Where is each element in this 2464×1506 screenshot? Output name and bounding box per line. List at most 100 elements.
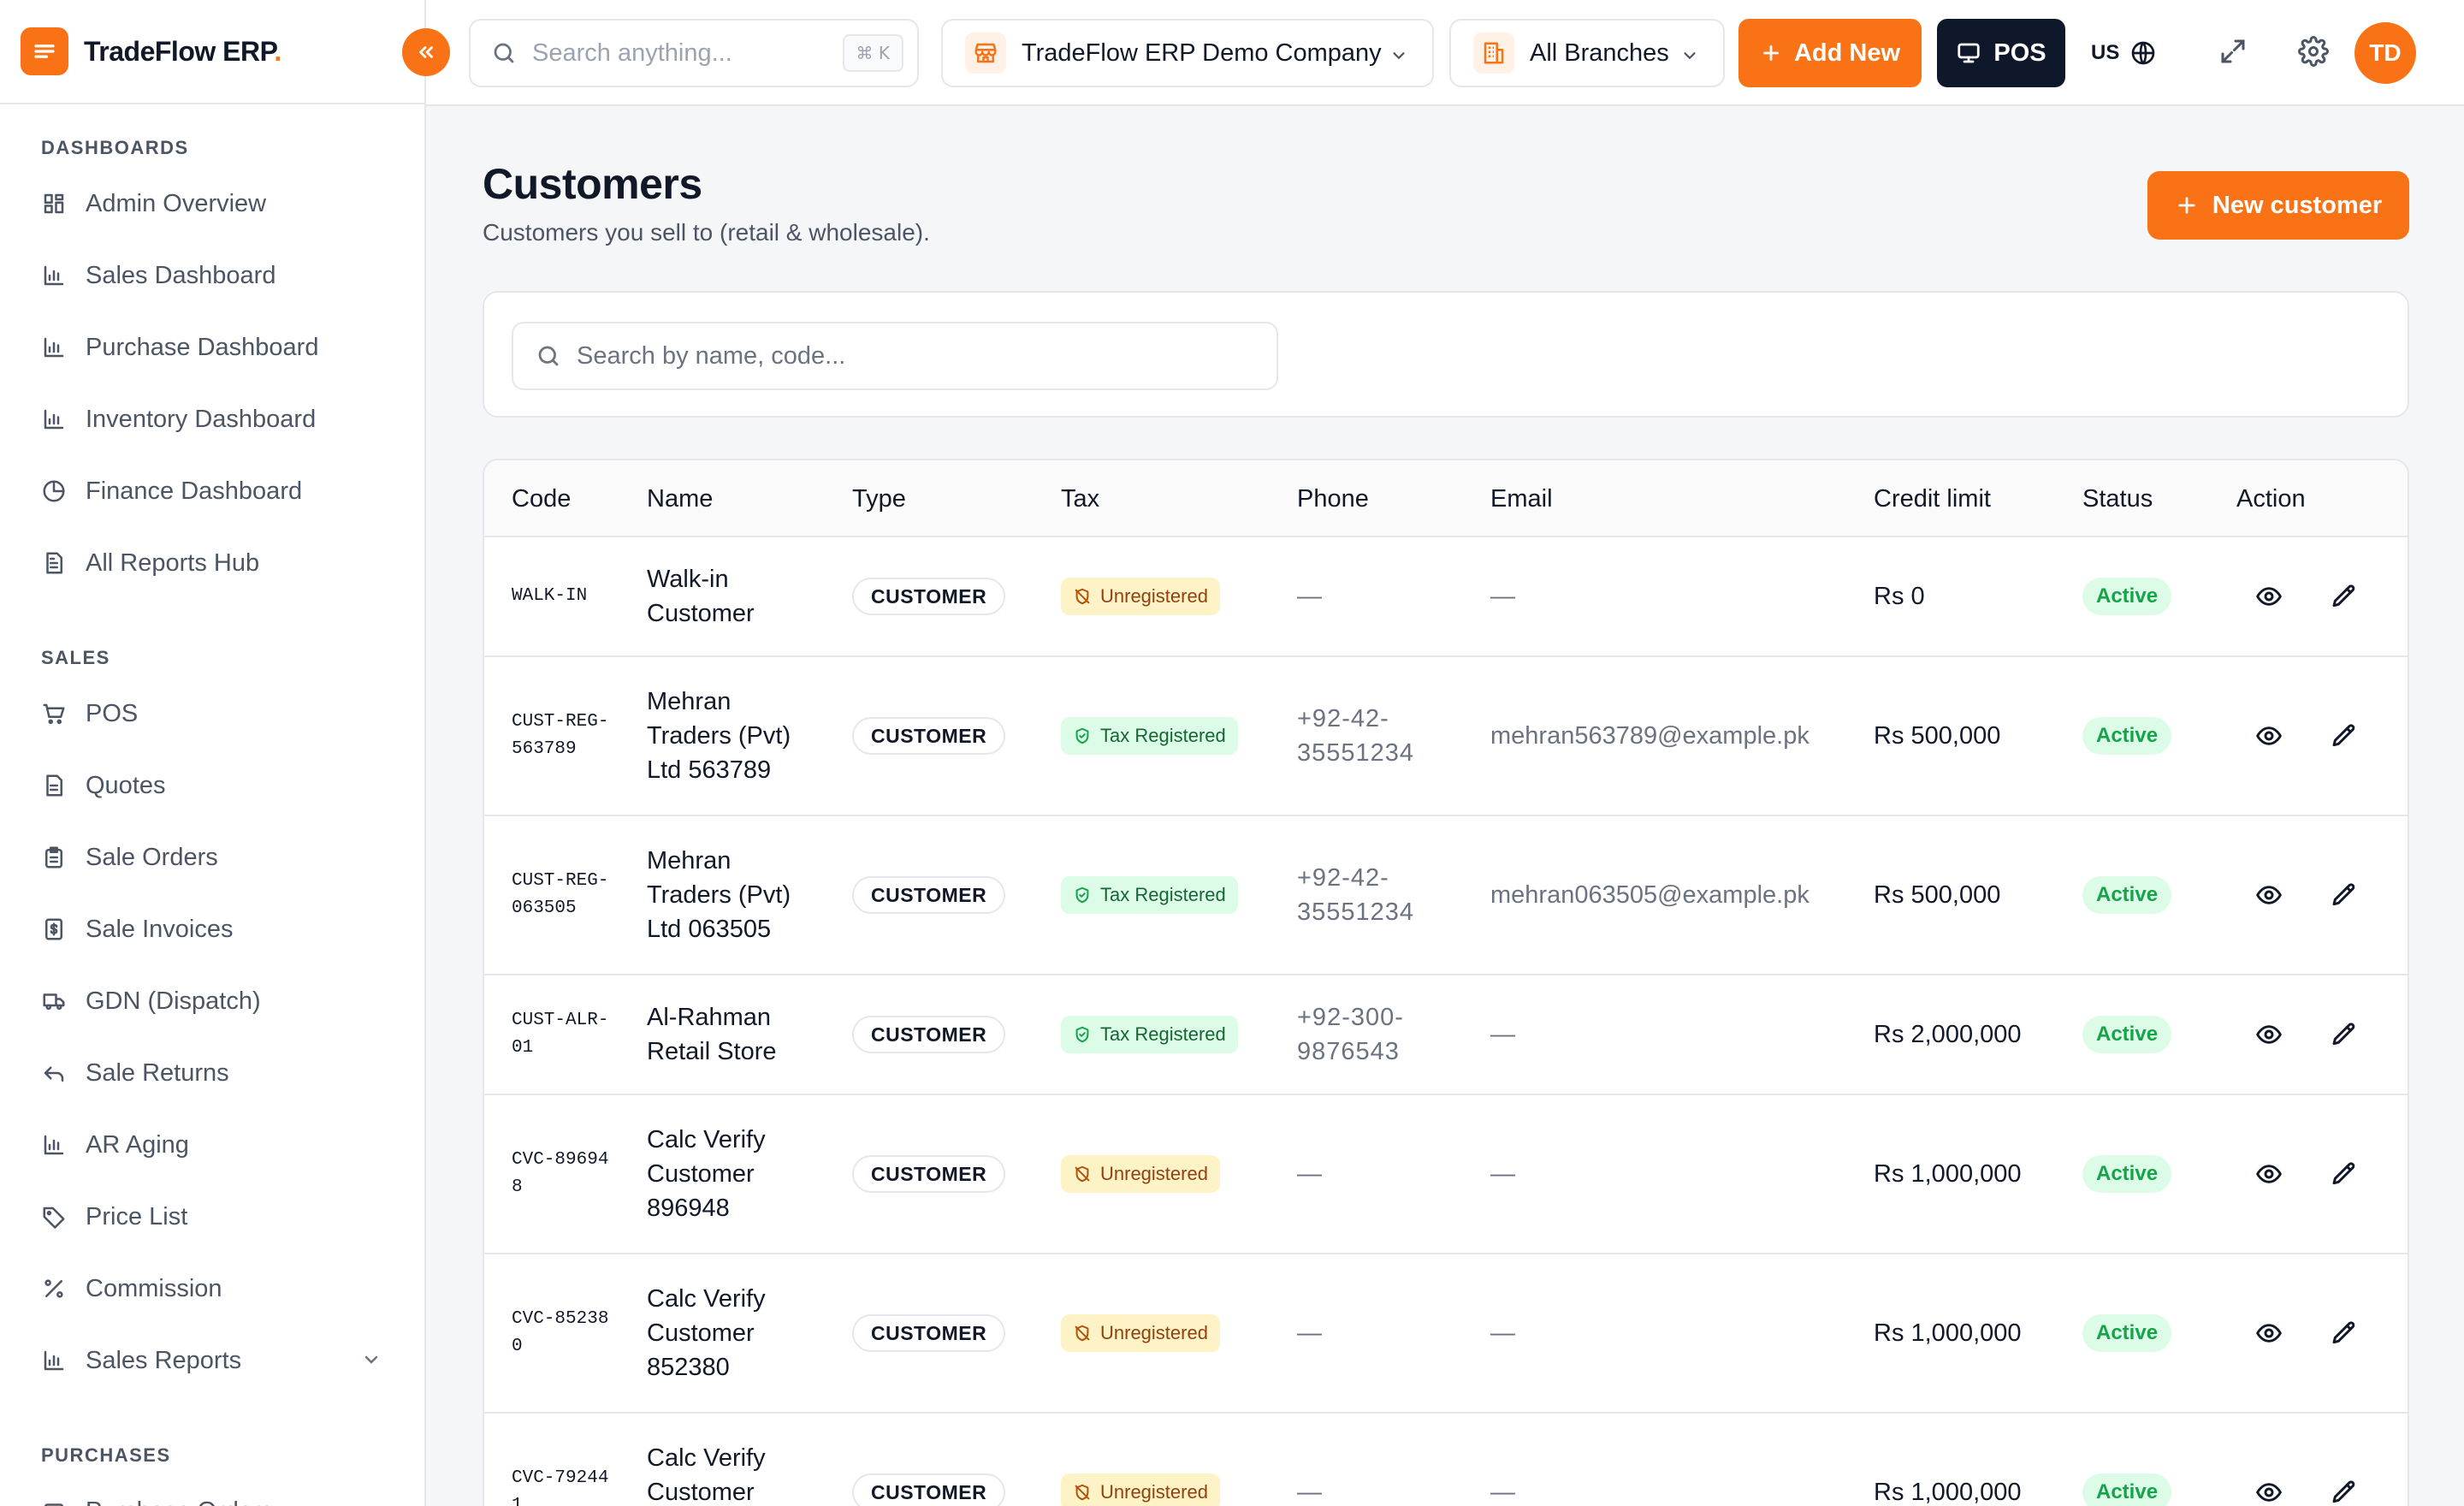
edit-button[interactable]	[2329, 880, 2360, 910]
sidebar-item-inventory-dashboard[interactable]: Inventory Dashboard	[0, 383, 424, 455]
sidebar-item-sales-dashboard[interactable]: Sales Dashboard	[0, 240, 424, 311]
chevron-down-icon	[1393, 52, 1405, 60]
store-icon	[965, 33, 1006, 74]
company-name: TradeFlow ERP Demo Company	[1022, 39, 1382, 67]
tax-status-label: Unregistered	[1100, 1163, 1208, 1184]
language-code: US	[2091, 41, 2120, 64]
truck-icon	[41, 987, 68, 1015]
sidebar-item-sales-reports[interactable]: Sales Reports	[0, 1325, 424, 1396]
table-row[interactable]: CUST-REG-063505 Mehran Traders (Pvt) Ltd…	[484, 816, 2408, 975]
view-button[interactable]	[2254, 581, 2284, 612]
cart-icon	[41, 700, 68, 727]
table-row[interactable]: WALK-IN Walk-in Customer CUSTOMER Unregi…	[484, 537, 2408, 657]
edit-button[interactable]	[2329, 720, 2360, 751]
table-row[interactable]: CUST-ALR-01 Al-Rahman Retail Store CUSTO…	[484, 975, 2408, 1095]
table-row[interactable]: CVC-792441 Calc Verify Customer 792441 C…	[484, 1414, 2408, 1506]
col-tax[interactable]: Tax	[1061, 460, 1099, 537]
tax-badge: Unregistered	[1061, 578, 1220, 615]
sidebar-item-commission[interactable]: Commission	[0, 1253, 424, 1325]
sidebar-item-quotes[interactable]: Quotes	[0, 750, 424, 821]
edit-button[interactable]	[2329, 581, 2360, 612]
sidebar-item-pos[interactable]: POS	[0, 678, 424, 750]
sidebar-item-price-list[interactable]: Price List	[0, 1181, 424, 1253]
credit-limit: Rs 0	[1874, 582, 1925, 610]
view-button[interactable]	[2254, 1019, 2284, 1050]
search-icon	[494, 43, 514, 63]
sidebar-item-label: Purchase Dashboard	[86, 333, 319, 361]
tax-badge: Tax Registered	[1061, 876, 1238, 914]
col-credit-limit[interactable]: Credit limit	[1874, 460, 1991, 537]
user-avatar[interactable]: TD	[2354, 22, 2416, 84]
shield-off-icon	[1073, 1165, 1092, 1183]
sidebar-item-label: Sale Invoices	[86, 915, 234, 943]
credit-limit: Rs 1,000,000	[1874, 1319, 2022, 1347]
sidebar-item-purchase-dashboard[interactable]: Purchase Dashboard	[0, 311, 424, 383]
filter-card	[483, 291, 2409, 418]
new-customer-button[interactable]: New customer	[2147, 171, 2409, 240]
sidebar-item-finance-dashboard[interactable]: Finance Dashboard	[0, 455, 424, 527]
fullscreen-button[interactable]	[2218, 36, 2248, 71]
col-email[interactable]: Email	[1490, 460, 1553, 537]
shield-check-icon	[1073, 1025, 1092, 1044]
sidebar-item-sale-orders[interactable]: Sale Orders	[0, 821, 424, 893]
col-code[interactable]: Code	[512, 460, 571, 537]
sidebar-item-label: Finance Dashboard	[86, 477, 303, 505]
tax-badge: Unregistered	[1061, 1314, 1220, 1352]
return-icon	[41, 1059, 68, 1087]
edit-button[interactable]	[2329, 1318, 2360, 1349]
table-row[interactable]: CUST-REG-563789 Mehran Traders (Pvt) Ltd…	[484, 657, 2408, 816]
credit-limit: Rs 1,000,000	[1874, 1478, 2022, 1506]
table-row[interactable]: CVC-852380 Calc Verify Customer 852380 C…	[484, 1254, 2408, 1414]
sidebar-item-purchase-orders[interactable]: Purchase Orders	[0, 1475, 424, 1506]
edit-button[interactable]	[2329, 1019, 2360, 1050]
document-icon	[41, 772, 68, 799]
col-name[interactable]: Name	[647, 460, 713, 537]
view-button[interactable]	[2254, 1477, 2284, 1506]
tag-icon	[41, 1203, 68, 1230]
sidebar-item-admin-overview[interactable]: Admin Overview	[0, 168, 424, 240]
type-badge: CUSTOMER	[852, 578, 1006, 615]
bar-chart-icon	[41, 1131, 68, 1159]
edit-button[interactable]	[2329, 1159, 2360, 1189]
chevron-down-icon[interactable]	[361, 1349, 382, 1377]
new-customer-label: New customer	[2212, 191, 2383, 219]
sidebar-item-all-reports-hub[interactable]: All Reports Hub	[0, 527, 424, 599]
eye-icon	[2255, 583, 2283, 610]
table-row[interactable]: CVC-896948 Calc Verify Customer 896948 C…	[484, 1095, 2408, 1254]
sidebar-item-sale-returns[interactable]: Sale Returns	[0, 1037, 424, 1109]
collapse-sidebar-button[interactable]	[402, 28, 450, 76]
view-button[interactable]	[2254, 720, 2284, 751]
eye-icon	[2255, 722, 2283, 750]
view-button[interactable]	[2254, 880, 2284, 910]
chevrons-left-icon	[419, 46, 433, 58]
sidebar-item-ar-aging[interactable]: AR Aging	[0, 1109, 424, 1181]
customer-email: —	[1490, 1159, 1515, 1188]
language-selector[interactable]: US	[2091, 34, 2157, 72]
view-button[interactable]	[2254, 1318, 2284, 1349]
col-type[interactable]: Type	[852, 460, 906, 537]
company-selector[interactable]: TradeFlow ERP Demo Company	[941, 19, 1434, 87]
col-phone[interactable]: Phone	[1297, 460, 1369, 537]
customer-phone: +92-300-9876543	[1297, 1004, 1404, 1065]
customer-search-input[interactable]	[577, 341, 1261, 371]
customer-email: mehran563789@example.pk	[1490, 721, 1810, 750]
sidebar-item-sale-invoices[interactable]: Sale Invoices	[0, 893, 424, 965]
customer-name: Mehran Traders (Pvt) Ltd 563789	[647, 688, 791, 784]
nav-section-sales: SALES	[41, 647, 110, 668]
tax-status-label: Unregistered	[1100, 585, 1208, 607]
shield-check-icon	[1073, 726, 1092, 745]
view-button[interactable]	[2254, 1159, 2284, 1189]
brand[interactable]: TradeFlow ERP.	[0, 0, 424, 104]
customer-search-field[interactable]	[512, 322, 1278, 390]
tax-status-label: Tax Registered	[1100, 1023, 1226, 1045]
add-new-button[interactable]: Add New	[1738, 19, 1922, 87]
pos-button[interactable]: POS	[1937, 19, 2065, 87]
edit-button[interactable]	[2329, 1477, 2360, 1506]
sidebar-item-gdn-dispatch[interactable]: GDN (Dispatch)	[0, 965, 424, 1037]
settings-button[interactable]	[2298, 36, 2329, 71]
customer-name: Calc Verify Customer 896948	[647, 1126, 766, 1222]
col-action: Action	[2236, 484, 2306, 513]
global-search-input[interactable]: Search anything... ⌘ K	[469, 19, 919, 87]
branch-selector[interactable]: All Branches	[1449, 19, 1725, 87]
col-status[interactable]: Status	[2082, 460, 2153, 537]
